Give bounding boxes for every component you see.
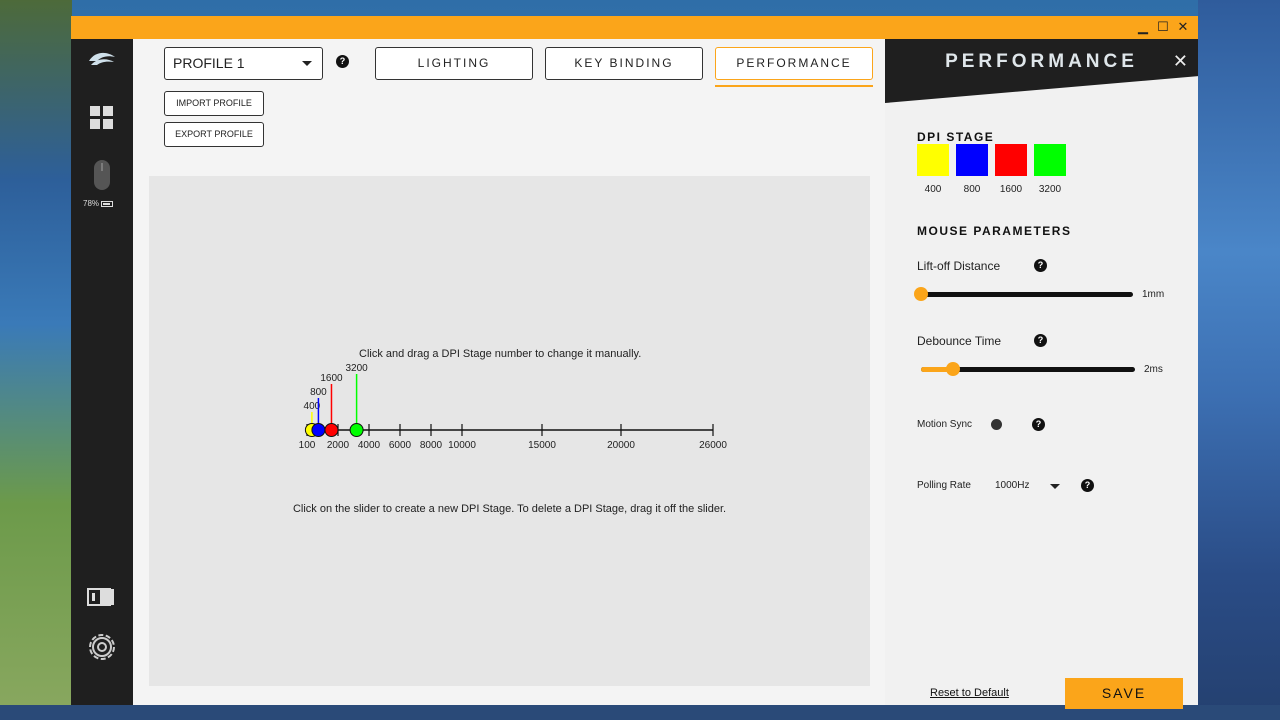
motion-sync-help-icon[interactable]: ? bbox=[1032, 418, 1045, 431]
save-button[interactable]: SAVE bbox=[1065, 678, 1183, 709]
dpi-hint-bottom: Click on the slider to create a new DPI … bbox=[292, 503, 727, 515]
maximize-icon[interactable]: ☐ bbox=[1156, 18, 1170, 36]
dpi-stage-label: 800 bbox=[963, 184, 981, 195]
liftoff-label: Lift-off Distance bbox=[917, 259, 1001, 273]
dpi-tick-label: 6000 bbox=[389, 440, 412, 451]
dpi-tick-label: 4000 bbox=[358, 440, 381, 451]
dpi-tick-label: 2000 bbox=[327, 440, 350, 451]
reset-to-default-link[interactable]: Reset to Default bbox=[930, 687, 1009, 699]
dpi-stage-number[interactable]: 800 bbox=[310, 387, 327, 398]
debounce-value: 2ms bbox=[1144, 364, 1163, 375]
title-bar: ▁ ☐ ✕ bbox=[71, 16, 1198, 39]
dpi-stage-label: 1600 bbox=[999, 184, 1023, 195]
logo-icon[interactable] bbox=[86, 49, 118, 69]
battery-indicator: 78% bbox=[83, 199, 123, 208]
liftoff-help-icon[interactable]: ? bbox=[1034, 259, 1047, 272]
active-tab-underline bbox=[715, 85, 873, 87]
liftoff-slider[interactable] bbox=[914, 287, 1133, 301]
dpi-stage-swatch[interactable] bbox=[1034, 144, 1066, 176]
liftoff-slider-handle[interactable] bbox=[914, 287, 928, 301]
polling-rate-help-icon[interactable]: ? bbox=[1081, 479, 1094, 492]
device-switch-icon[interactable] bbox=[86, 587, 118, 607]
dpi-stage-label: 3200 bbox=[1038, 184, 1062, 195]
dpi-stage-number[interactable]: 3200 bbox=[345, 363, 368, 374]
window-controls: ▁ ☐ ✕ bbox=[1136, 18, 1190, 36]
sidebar: 78% bbox=[71, 39, 133, 705]
dpi-stage-swatch[interactable] bbox=[956, 144, 988, 176]
battery-percent: 78% bbox=[83, 199, 100, 208]
main-area: PROFILE 1 ? LIGHTING KEY BINDING PERFORM… bbox=[133, 39, 885, 705]
debounce-slider[interactable] bbox=[921, 362, 1135, 376]
dpi-tick-label: 10000 bbox=[448, 440, 476, 451]
dpi-stage-handle[interactable] bbox=[349, 423, 364, 437]
grid-icon[interactable] bbox=[86, 105, 118, 131]
export-profile-button[interactable]: EXPORT PROFILE bbox=[164, 122, 264, 147]
motion-sync-toggle[interactable] bbox=[991, 419, 1002, 430]
tab-performance[interactable]: PERFORMANCE bbox=[715, 47, 873, 80]
dpi-tick-label: 15000 bbox=[528, 440, 556, 451]
performance-panel: PERFORMANCE ✕ DPI STAGE 400 800 1600 320… bbox=[885, 39, 1198, 709]
dpi-tick-label: 100 bbox=[299, 440, 316, 451]
import-profile-button[interactable]: IMPORT PROFILE bbox=[164, 91, 264, 116]
debounce-help-icon[interactable]: ? bbox=[1034, 334, 1047, 347]
battery-icon bbox=[101, 200, 114, 207]
chevron-down-icon bbox=[302, 61, 312, 66]
polling-rate-label: Polling Rate bbox=[917, 480, 971, 491]
profile-select[interactable]: PROFILE 1 bbox=[164, 47, 323, 80]
close-window-icon[interactable]: ✕ bbox=[1176, 18, 1190, 36]
mouse-icon[interactable] bbox=[86, 159, 118, 191]
dpi-slider[interactable]: 100 2000 4000 6000 8000 10000 15000 20000 260004… bbox=[149, 176, 870, 476]
dpi-stage-heading: DPI STAGE bbox=[917, 130, 995, 144]
app-window: ▁ ☐ ✕ 78% PROFILE 1 ? LIGHTING KEY BINDI… bbox=[71, 16, 1198, 709]
dpi-canvas: Click and drag a DPI Stage number to cha… bbox=[149, 176, 870, 686]
dpi-stage-handle[interactable] bbox=[311, 423, 326, 437]
chevron-down-icon[interactable] bbox=[1050, 484, 1060, 489]
desktop-background-right bbox=[1198, 0, 1280, 720]
desktop-background-left bbox=[0, 0, 72, 720]
panel-title: PERFORMANCE bbox=[945, 51, 1138, 72]
dpi-stage-swatch[interactable] bbox=[917, 144, 949, 176]
dpi-stage-label: 400 bbox=[924, 184, 942, 195]
dpi-stage-swatch[interactable] bbox=[995, 144, 1027, 176]
dpi-tick-label: 20000 bbox=[607, 440, 635, 451]
dpi-tick-label: 26000 bbox=[699, 440, 727, 451]
profile-select-value: PROFILE 1 bbox=[173, 55, 245, 71]
debounce-slider-handle[interactable] bbox=[946, 362, 960, 376]
motion-sync-label: Motion Sync bbox=[917, 419, 973, 430]
liftoff-value: 1mm bbox=[1142, 289, 1165, 300]
polling-rate-select[interactable]: 1000Hz bbox=[995, 480, 1029, 491]
dpi-stage-handle[interactable] bbox=[324, 423, 339, 437]
dpi-tick-label: 8000 bbox=[420, 440, 443, 451]
tab-lighting[interactable]: LIGHTING bbox=[375, 47, 533, 80]
dpi-stage-number[interactable]: 1600 bbox=[320, 373, 343, 384]
tab-key-binding[interactable]: KEY BINDING bbox=[545, 47, 703, 80]
profile-help-icon[interactable]: ? bbox=[336, 55, 349, 68]
debounce-label: Debounce Time bbox=[917, 334, 1002, 348]
minimize-icon[interactable]: ▁ bbox=[1136, 18, 1150, 36]
gear-icon[interactable] bbox=[86, 631, 118, 663]
mouse-parameters-heading: MOUSE PARAMETERS bbox=[917, 224, 1072, 238]
close-panel-icon[interactable]: ✕ bbox=[1173, 51, 1188, 72]
